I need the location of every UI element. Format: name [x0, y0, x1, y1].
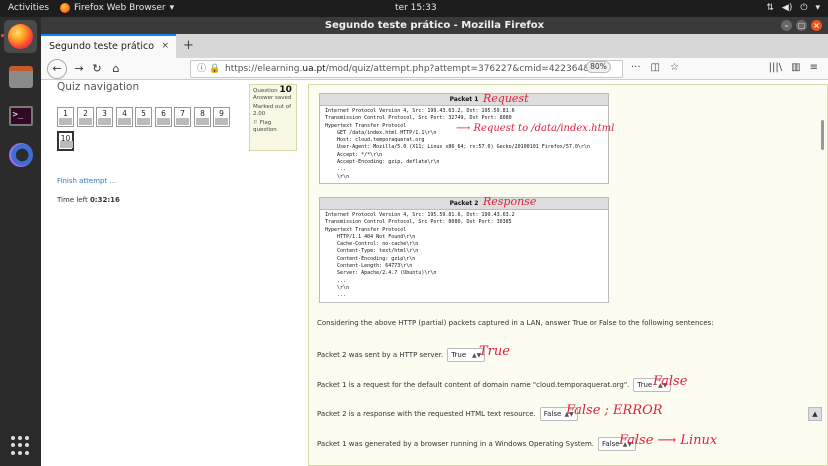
dock: >_	[0, 17, 41, 466]
reload-button[interactable]: ↻	[89, 61, 105, 77]
time-left-value: 0:32:16	[89, 196, 120, 204]
tab-label: Segundo teste prático	[49, 41, 155, 52]
system-top-bar: Activities Firefox Web Browser ▾ ter 15:…	[0, 0, 828, 17]
home-button[interactable]: ⌂	[108, 61, 124, 77]
url-bar[interactable]: ⓘ🔒 https://elearning.ua.pt/mod/quiz/atte…	[190, 60, 623, 78]
activities-button[interactable]: Activities	[8, 3, 49, 13]
annotation-answer-4: False ⟶ Linux	[619, 433, 718, 448]
firefox-icon	[8, 24, 33, 49]
chevron-down-icon: ▾	[815, 3, 820, 13]
quiz-nav-button[interactable]: 1	[57, 107, 74, 127]
quiz-nav-button[interactable]: 3	[96, 107, 113, 127]
question-item-4: Packet 1 was generated by a browser runn…	[317, 437, 637, 451]
url-host: ua.pt	[302, 64, 326, 74]
question-status: Answer saved	[253, 95, 292, 101]
chevron-down-icon: ▾	[169, 3, 175, 13]
quiz-nav-button[interactable]: 9	[213, 107, 230, 127]
navigation-toolbar: ← → ↻ ⌂ ⓘ🔒 https://elearning.ua.pt/mod/q…	[41, 58, 828, 80]
window-title: Segundo teste prático - Mozilla Firefox	[324, 20, 545, 31]
flag-question[interactable]: ⚐ Flag question	[253, 120, 293, 134]
minimize-button[interactable]: –	[781, 20, 792, 31]
clock[interactable]: ter 15:33	[395, 3, 437, 13]
close-button[interactable]: ×	[811, 20, 822, 31]
bookmark-star-icon[interactable]: ☆	[670, 62, 679, 73]
question-info: Question 10 Answer saved Marked out of 2…	[249, 84, 297, 151]
files-icon	[8, 65, 33, 88]
new-tab-button[interactable]: +	[183, 38, 194, 53]
terminal-icon: >_	[8, 105, 33, 126]
question-intro: Considering the above HTTP (partial) pac…	[317, 319, 714, 327]
time-left-label: Time left	[57, 196, 88, 204]
tab-active[interactable]: Segundo teste prático ×	[41, 34, 176, 58]
toolbar-icons: |||\ ▥ ≡	[769, 62, 818, 73]
annotation-answer-3: False ; ERROR	[566, 403, 663, 418]
quiz-nav-button[interactable]: 4	[116, 107, 133, 127]
show-applications[interactable]	[4, 429, 37, 462]
packet-1-table: Packet 1 Internet Protocol Version 4, Sr…	[319, 93, 609, 184]
quiz-nav-button[interactable]: 5	[135, 107, 152, 127]
pocket-icon[interactable]: ◫	[651, 62, 660, 73]
app-menu[interactable]: Firefox Web Browser ▾	[60, 3, 174, 13]
eclipse-icon	[8, 142, 33, 167]
question-label: Question	[253, 88, 278, 94]
packet-1-body: Internet Protocol Version 4, Src: 199.43…	[325, 108, 590, 180]
quiz-nav-button[interactable]: 7	[174, 107, 191, 127]
maximize-button[interactable]: □	[796, 20, 807, 31]
forward-button[interactable]: →	[71, 61, 87, 77]
quiz-nav-button[interactable]: 6	[155, 107, 172, 127]
hamburger-menu-icon[interactable]: ≡	[810, 62, 818, 73]
flag-icon: ⚐	[253, 120, 258, 126]
site-info-icon[interactable]: ⓘ🔒	[197, 61, 223, 77]
tab-bar: Segundo teste prático × +	[41, 34, 828, 58]
annotation-answer-2: False	[653, 374, 688, 389]
firefox-icon	[60, 3, 70, 13]
annotation-request: Request	[483, 92, 529, 105]
dock-firefox[interactable]	[4, 20, 37, 53]
grid-icon	[10, 435, 31, 456]
question-number: 10	[279, 85, 292, 95]
volume-icon: ◀)	[781, 3, 793, 13]
back-button[interactable]: ←	[47, 59, 67, 79]
page-content: Quiz navigation 1 2 3 4 5 6 7 8 9 10 Fin…	[41, 80, 828, 466]
dock-terminal[interactable]: >_	[4, 99, 37, 132]
sidebar-icon[interactable]: ▥	[791, 62, 800, 73]
page-actions: ··· ◫ ☆	[631, 62, 679, 73]
zoom-level[interactable]: 80%	[586, 61, 611, 73]
scrollbar[interactable]	[821, 120, 824, 150]
dock-eclipse[interactable]	[4, 138, 37, 171]
network-icon: ⇅	[766, 3, 774, 13]
quiz-nav-button-current[interactable]: 10	[57, 131, 74, 151]
window-titlebar[interactable]: Segundo teste prático - Mozilla Firefox …	[41, 17, 828, 34]
annotation-response: Response	[483, 195, 537, 208]
question-item-1: Packet 2 was sent by a HTTP server. True…	[317, 348, 486, 362]
annotation-answer-1: True	[479, 344, 510, 359]
url-prefix: https://elearning.	[225, 64, 303, 74]
packet-1-header: Packet 1	[320, 94, 608, 106]
quiz-nav-button[interactable]: 2	[77, 107, 94, 127]
question-formulation: Packet 1 Internet Protocol Version 4, Sr…	[308, 84, 828, 466]
quiz-nav-button[interactable]: 8	[194, 107, 211, 127]
firefox-window: Segundo teste prático - Mozilla Firefox …	[41, 17, 828, 466]
packet-2-body: Internet Protocol Version 4, Src: 195.59…	[325, 212, 515, 299]
dock-files[interactable]	[4, 60, 37, 93]
app-menu-label: Firefox Web Browser	[74, 3, 166, 13]
question-item-3: Packet 2 is a response with the requeste…	[317, 407, 578, 421]
question-grade: Marked out of 2.00	[253, 104, 292, 117]
packet-2-header: Packet 2	[320, 198, 608, 210]
scroll-to-top-button[interactable]: ▲	[808, 407, 822, 421]
finish-attempt-link[interactable]: Finish attempt ...	[57, 177, 116, 185]
question-item-2: Packet 1 is a request for the default co…	[317, 378, 672, 392]
more-actions-icon[interactable]: ···	[631, 62, 641, 73]
system-tray[interactable]: ⇅ ◀) ⏻ ▾	[766, 3, 820, 13]
annotation-request-to: ⟶ Request to /data/index.html	[456, 123, 615, 134]
window-controls: – □ ×	[781, 20, 822, 31]
packet-2-table: Packet 2 Internet Protocol Version 4, Sr…	[319, 197, 609, 303]
close-icon[interactable]: ×	[161, 41, 169, 51]
library-icon[interactable]: |||\	[769, 62, 782, 73]
time-left: Time left 0:32:16	[57, 196, 120, 204]
quiz-navigation-title: Quiz navigation	[57, 81, 140, 93]
url-path: /mod/quiz/attempt.php?attempt=376227&cmi…	[325, 64, 602, 74]
power-icon: ⏻	[800, 3, 808, 13]
